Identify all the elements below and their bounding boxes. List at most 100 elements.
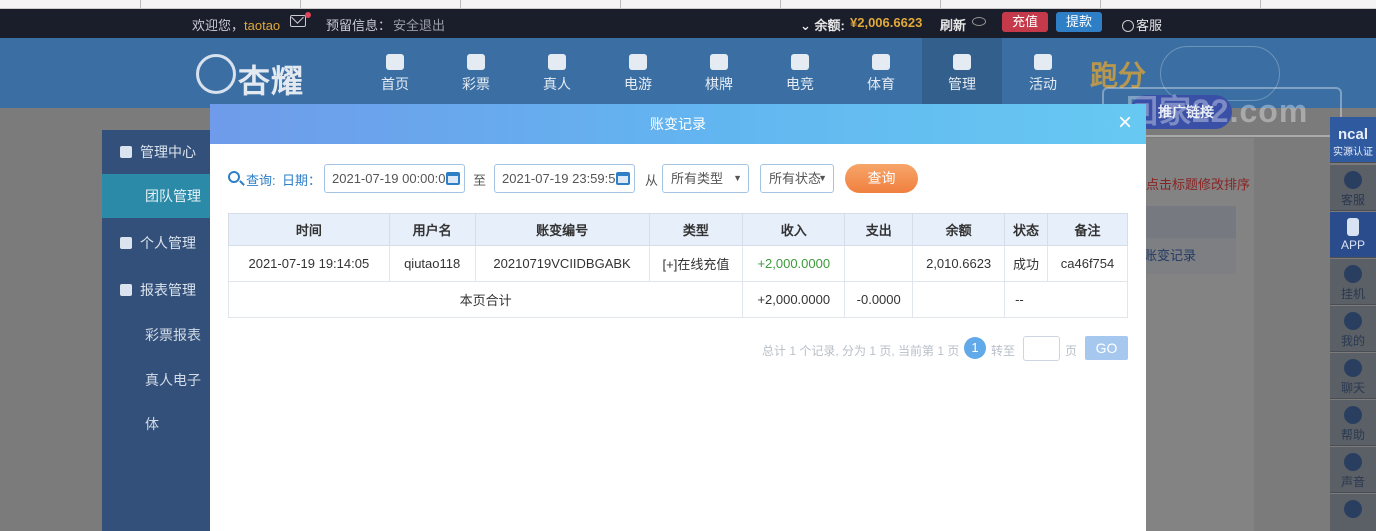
customer-service-link[interactable]: 客服 <box>1122 15 1162 34</box>
cell-time: 2021-07-19 19:14:05 <box>228 245 390 282</box>
mail-icon[interactable] <box>290 15 306 27</box>
home-icon <box>386 54 404 70</box>
hide-balance-icon[interactable] <box>972 17 986 26</box>
nav-sports[interactable]: 体育 <box>841 38 921 104</box>
sidebar-item-live-report[interactable]: 真人电子体 <box>102 358 212 432</box>
nav-manage[interactable]: 管理 <box>922 38 1002 104</box>
column-header[interactable]: 收入 <box>742 213 846 246</box>
background-record-link[interactable]: 账变记录 <box>1140 238 1236 274</box>
reserve-info-label: 预留信息： <box>326 18 392 33</box>
cell-note: ca46f754 <box>1047 245 1128 282</box>
lottery-icon <box>467 54 485 70</box>
balance-value: ¥2,006.6623 <box>850 15 923 30</box>
background-table: 账变记录 <box>1140 206 1236 274</box>
sidebar: 管理中心 团队管理 个人管理 报表管理 彩票报表 真人电子体 <box>102 130 212 531</box>
date-range-separator: 至 <box>473 173 487 188</box>
help-icon <box>1344 406 1362 424</box>
total-income: +2,000.0000 <box>742 281 846 318</box>
site-logo[interactable]: 杏耀 <box>196 48 326 100</box>
logo-emblem-icon <box>196 54 236 94</box>
rightbar-more[interactable] <box>1330 494 1376 531</box>
rightbar-chat[interactable]: 聊天 <box>1330 353 1376 399</box>
refresh-link[interactable]: 刷新 <box>940 15 966 34</box>
cell-income: +2,000.0000 <box>742 245 846 282</box>
cell-change-id: 20210719VCIIDBGABK <box>474 245 650 282</box>
browser-tab-strip <box>0 0 1376 9</box>
table-header-row: 时间 用户名 账变编号 类型 收入 支出 余额 状态 备注 <box>228 213 1128 246</box>
slot-icon <box>629 54 647 70</box>
date-label: 日期： <box>282 173 322 188</box>
background-table-header <box>1140 206 1236 238</box>
end-date-input[interactable]: 2021-07-19 23:59:59 <box>494 164 635 193</box>
sidebar-item-management-center[interactable]: 管理中心 <box>102 130 212 174</box>
sort-hint-text: 点击标题修改排序 <box>1146 177 1251 192</box>
column-header[interactable]: 支出 <box>844 213 914 246</box>
column-header[interactable]: 用户名 <box>388 213 476 246</box>
nav-card-games[interactable]: 棋牌 <box>679 38 759 104</box>
sidebar-item-lottery-report[interactable]: 彩票报表 <box>102 313 212 357</box>
users-icon <box>120 146 132 158</box>
nav-esports[interactable]: 电竞 <box>760 38 840 104</box>
cell-expense <box>844 245 914 282</box>
deposit-button[interactable]: 充值 <box>1002 12 1048 32</box>
sidebar-item-team-management[interactable]: 团队管理 <box>102 174 212 218</box>
chat-bubble-icon <box>1344 359 1362 377</box>
rightbar-mine[interactable]: 我的 <box>1330 306 1376 352</box>
goto-label: 转至 <box>991 344 1016 358</box>
robot-icon <box>1344 265 1362 283</box>
users-icon <box>953 54 971 70</box>
nav-home[interactable]: 首页 <box>355 38 435 104</box>
rightbar-sound[interactable]: 声音 <box>1330 447 1376 493</box>
column-header[interactable]: 余额 <box>912 213 1006 246</box>
page-unit-label: 页 <box>1065 344 1078 358</box>
chevron-down-icon: ▼ <box>733 173 742 183</box>
chat-icon <box>1122 20 1134 32</box>
start-date-input[interactable]: 2021-07-19 00:00:00 <box>324 164 465 193</box>
go-button[interactable]: GO <box>1085 336 1128 360</box>
column-header[interactable]: 时间 <box>228 213 390 246</box>
total-status: -- <box>1004 281 1128 318</box>
sidebar-item-personal-management[interactable]: 个人管理 <box>102 221 212 265</box>
rightbar-autoplay[interactable]: 挂机 <box>1330 259 1376 305</box>
cell-status: 成功 <box>1004 245 1049 282</box>
rightbar-help[interactable]: 帮助 <box>1330 400 1376 446</box>
card-game-icon <box>710 54 728 70</box>
trophy-icon <box>872 54 890 70</box>
username: taotao <box>244 18 281 33</box>
top-bar: 欢迎您，taotao 预留信息： 安全退出 ⌄ 余额: ¥2,006.6623 … <box>0 9 1376 38</box>
close-icon[interactable]: × <box>1114 111 1136 135</box>
page-number-button[interactable]: 1 <box>964 337 986 359</box>
cell-username: qiutao118 <box>388 245 476 282</box>
nav-promotions[interactable]: 活动 <box>1003 38 1083 104</box>
rightbar-service[interactable]: 客服 <box>1330 165 1376 211</box>
balance-label: ⌄ 余额: <box>800 18 845 33</box>
rightbar-app[interactable]: APP <box>1330 212 1376 258</box>
rightbar-verify[interactable]: ncal 实源认证 <box>1330 117 1376 163</box>
column-header[interactable]: 状态 <box>1004 213 1049 246</box>
chevron-down-icon: ▼ <box>818 173 827 183</box>
column-header[interactable]: 备注 <box>1047 213 1128 246</box>
nav-slots[interactable]: 电游 <box>598 38 678 104</box>
calendar-icon[interactable] <box>446 172 460 185</box>
headset-icon <box>1344 171 1362 189</box>
total-balance <box>912 281 1006 318</box>
column-header[interactable]: 账变编号 <box>474 213 650 246</box>
search-icon <box>228 171 240 183</box>
goto-page-input[interactable] <box>1023 336 1060 361</box>
nav-live[interactable]: 真人 <box>517 38 597 104</box>
withdraw-button[interactable]: 提款 <box>1056 12 1102 32</box>
user-icon <box>1344 312 1362 330</box>
nav-lottery[interactable]: 彩票 <box>436 38 516 104</box>
column-header[interactable]: 类型 <box>648 213 744 246</box>
type-select[interactable]: 所有类型 ▼ <box>662 164 749 193</box>
query-button[interactable]: 查询 <box>845 164 918 193</box>
background-panel <box>1146 138 1254 531</box>
logout-link[interactable]: 安全退出 <box>393 15 445 34</box>
table-row: 2021-07-19 19:14:05 qiutao118 20210719VC… <box>228 245 1128 282</box>
filter-bar: 查询: 日期： 2021-07-19 00:00:00 至 2021-07-19… <box>228 164 1128 194</box>
status-select[interactable]: 所有状态 ▼ <box>760 164 834 193</box>
phone-icon <box>1347 218 1359 236</box>
modal-title: 账变记录 <box>650 116 706 132</box>
calendar-icon[interactable] <box>616 172 630 185</box>
sidebar-item-reports[interactable]: 报表管理 <box>102 268 212 312</box>
